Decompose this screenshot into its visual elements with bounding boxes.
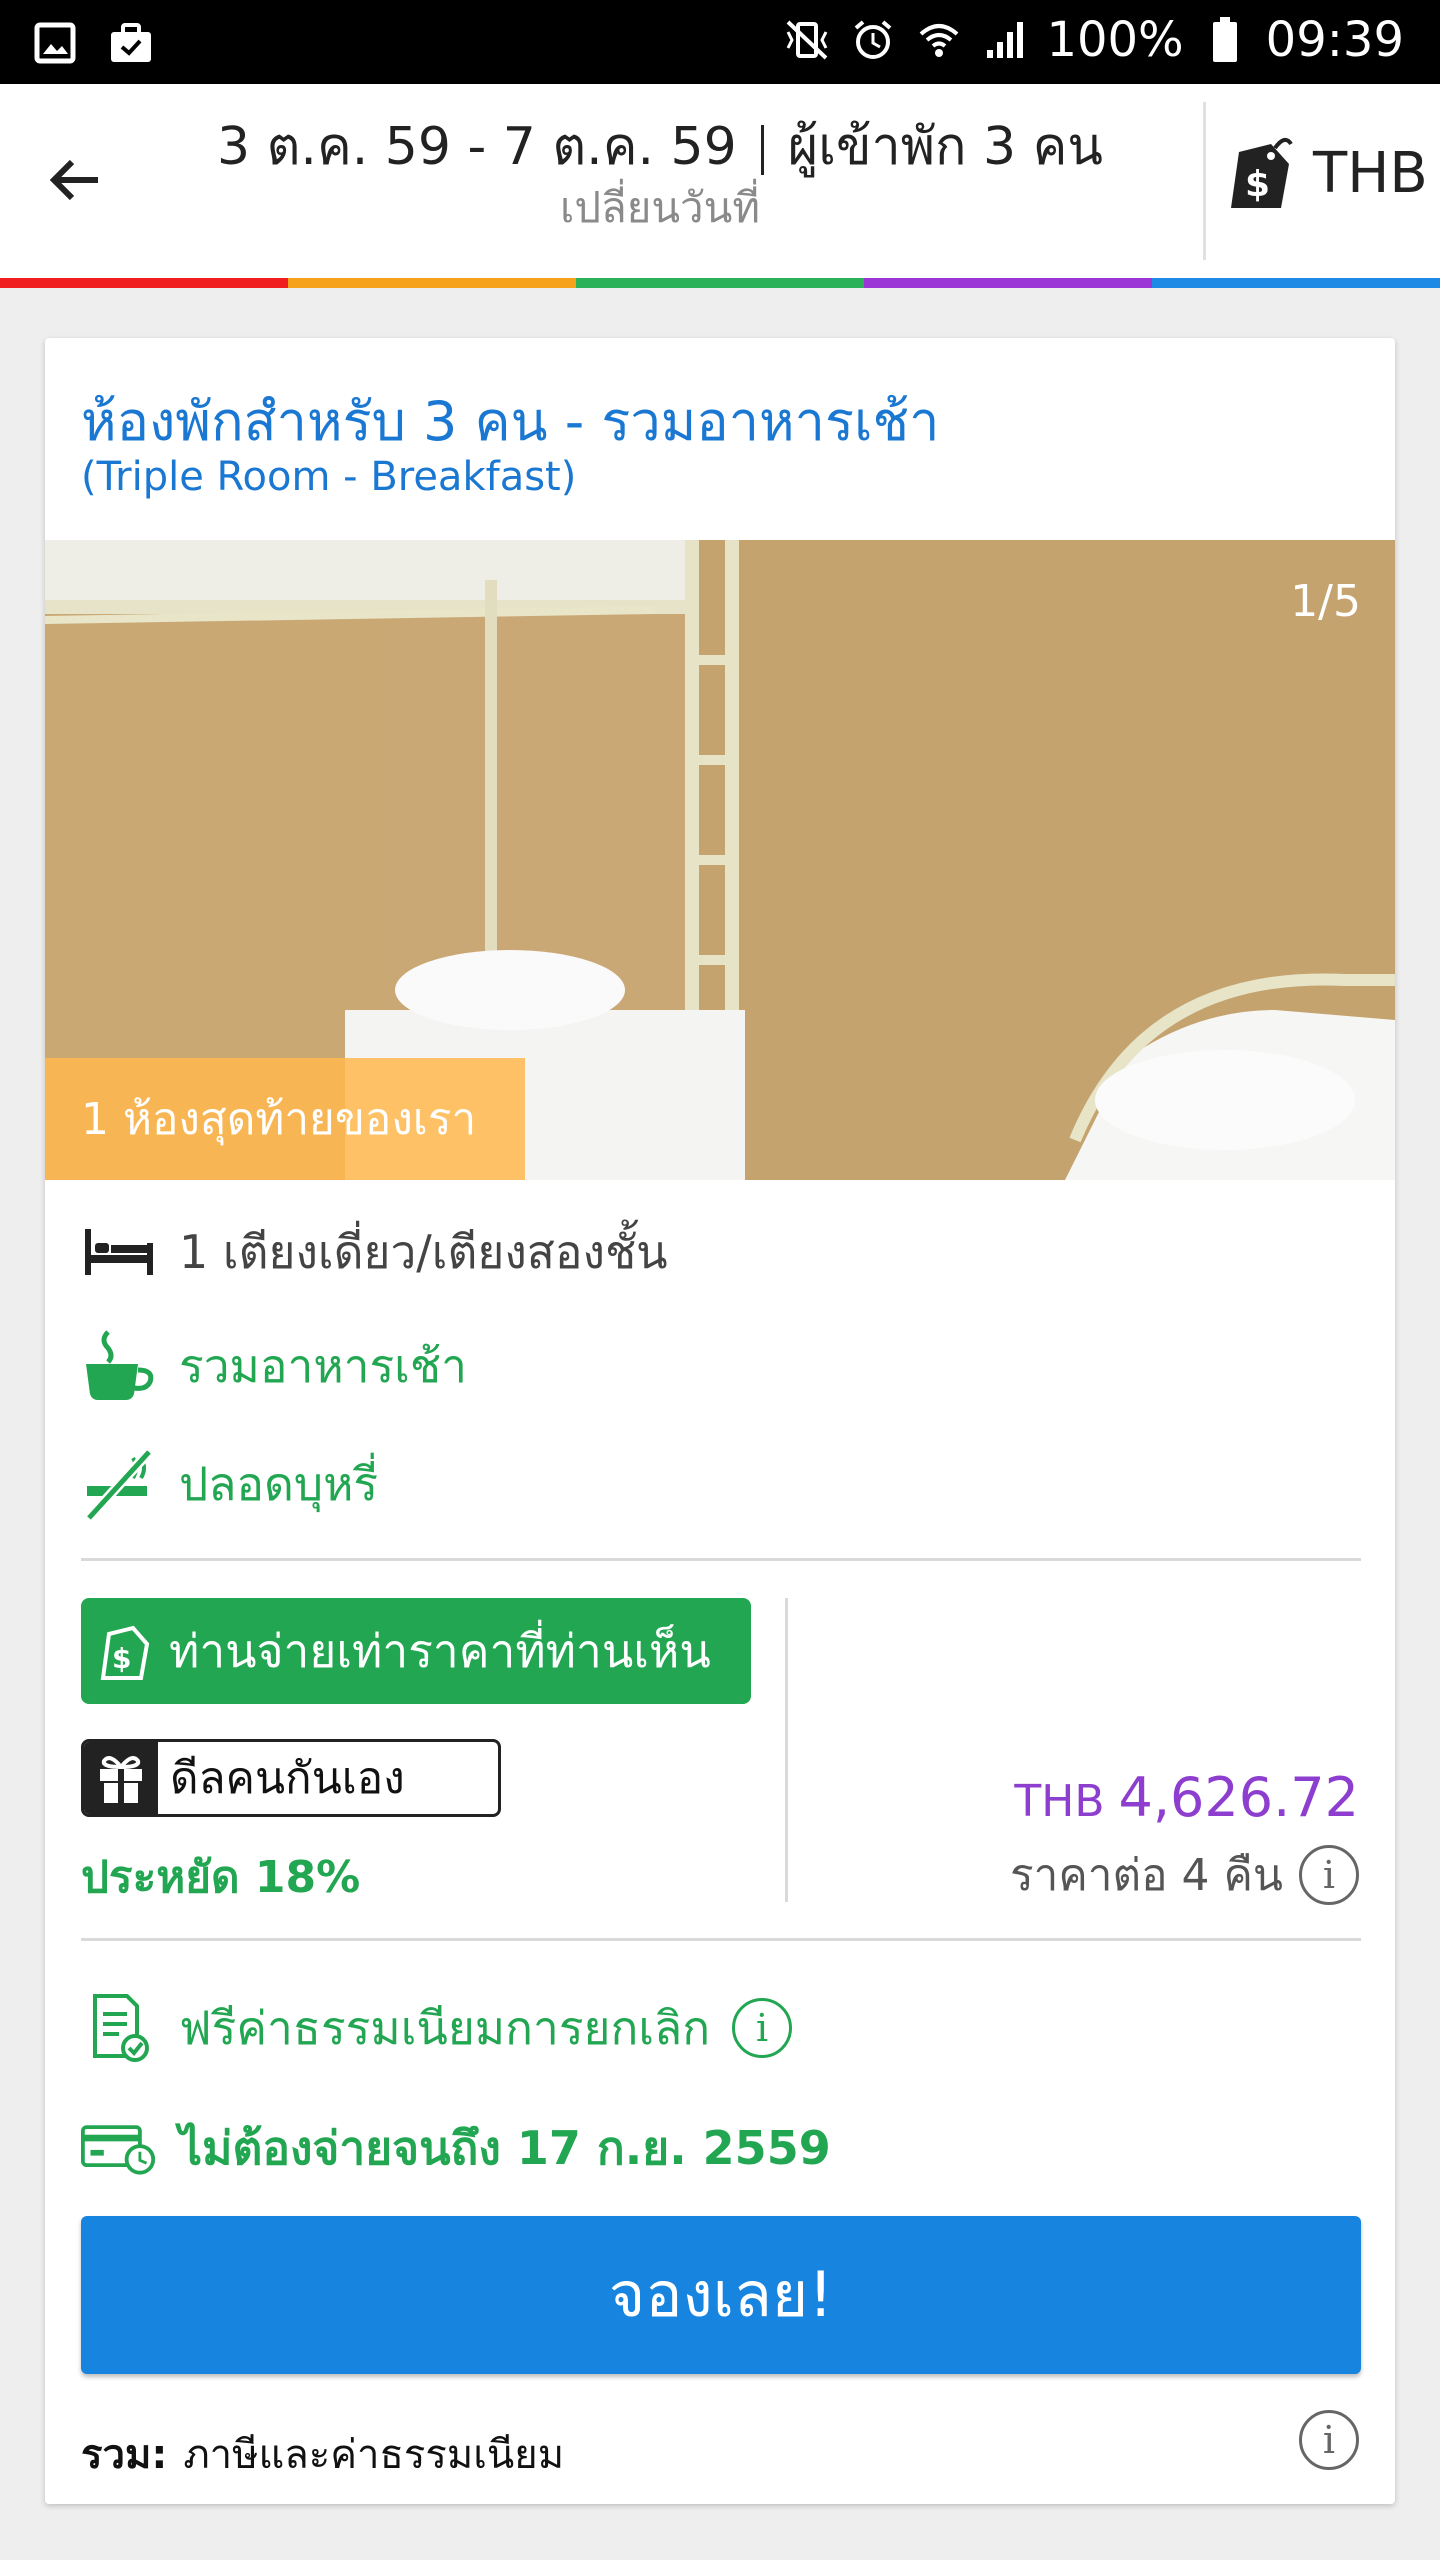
svg-text:$: $ — [1245, 164, 1270, 205]
no-smoking-icon — [81, 1446, 157, 1522]
stay-dates: 3 ต.ค. 59 - 7 ต.ค. 59 — [217, 117, 737, 177]
deal-badge-text: ดีลคนกันเอง — [170, 1753, 405, 1804]
feature-non-smoking: ปลอดบุหรี่ — [81, 1446, 378, 1522]
battery-percent: 100% — [1046, 12, 1184, 68]
price-tag-icon: $ — [1231, 137, 1293, 208]
photo-counter: 1/5 — [1290, 576, 1361, 627]
pay-badge-text: ท่านจ่ายเท่าราคาที่ท่านเห็น — [169, 1623, 711, 1678]
cancellation-info-icon[interactable]: i — [732, 1998, 793, 2058]
savings-text: ประหยัด 18% — [81, 1852, 361, 1903]
price-per-nights: ราคาต่อ 4 คืน i — [1010, 1840, 1359, 1910]
room-photo[interactable]: 1/5 1 ห้องสุดท้ายของเรา — [45, 540, 1395, 1180]
bed-text: 1 เตียงเดี่ยว/เตียงสองชั้น — [179, 1224, 668, 1279]
document-check-icon — [81, 1990, 157, 2066]
room-title: ห้องพักสำหรับ 3 คน - รวมอาหารเช้า — [81, 390, 940, 453]
free-cancel-text: ฟรีค่าธรรมเนียมการยกเลิก — [179, 2000, 711, 2055]
app-bar: 3 ต.ค. 59 - 7 ต.ค. 59 ผู้เข้าพัก 3 คน เปล… — [0, 84, 1440, 282]
room-subtitle: (Triple Room - Breakfast) — [81, 454, 577, 500]
non-smoking-text: ปลอดบุหรี่ — [179, 1456, 379, 1511]
feature-breakfast: รวมอาหารเช้า — [81, 1328, 467, 1404]
back-button[interactable] — [40, 144, 112, 216]
insider-deal-badge: ดีลคนกันเอง — [81, 1739, 501, 1817]
price-amount: 4,626.72 — [1118, 1766, 1359, 1829]
card-clock-icon — [81, 2110, 157, 2186]
currency-button[interactable]: $ THB — [1225, 134, 1428, 212]
rainbow-bar — [0, 278, 1440, 288]
battery-icon — [1200, 15, 1250, 65]
gift-icon — [84, 1742, 158, 1814]
divider — [81, 1938, 1361, 1941]
bed-icon — [81, 1214, 157, 1290]
price-tag-icon: $ — [100, 1625, 150, 1680]
date-guest-selector[interactable]: 3 ต.ค. 59 - 7 ต.ค. 59 ผู้เข้าพัก 3 คน เปล… — [140, 114, 1180, 236]
currency-label: THB — [1313, 140, 1428, 206]
breakfast-text: รวมอาหารเช้า — [179, 1338, 467, 1393]
header-separator — [760, 125, 764, 175]
change-date-link[interactable]: เปลี่ยนวันที่ — [140, 180, 1180, 236]
wifi-icon — [914, 15, 964, 65]
feature-bed: 1 เตียงเดี่ยว/เตียงสองชั้น — [81, 1214, 668, 1290]
status-bar: 100% 09:39 — [0, 0, 1440, 84]
total-label: รวม: — [81, 2432, 168, 2478]
price: THB 4,626.72 — [1014, 1766, 1359, 1829]
price-divider — [785, 1598, 788, 1902]
arrow-back-icon — [49, 159, 98, 201]
pay-what-you-see-badge: $ ท่านจ่ายเท่าราคาที่ท่านเห็น — [81, 1598, 751, 1704]
header-divider — [1203, 102, 1206, 260]
briefcase-check-icon — [106, 18, 156, 68]
signal-icon — [980, 15, 1030, 65]
guest-count: ผู้เข้าพัก 3 คน — [787, 117, 1103, 177]
price-currency: THB — [1014, 1776, 1105, 1827]
total-note: รวม: ภาษีและค่าธรรมเนียม — [81, 2422, 564, 2486]
alarm-icon — [848, 15, 898, 65]
room-card: ห้องพักสำหรับ 3 คน - รวมอาหารเช้า (Tripl… — [45, 338, 1395, 2504]
total-text: ภาษีและค่าธรรมเนียม — [183, 2432, 565, 2478]
price-info-icon[interactable]: i — [1299, 1845, 1359, 1905]
coffee-cup-icon — [81, 1328, 157, 1404]
svg-text:$: $ — [112, 1642, 131, 1675]
total-info-icon[interactable]: i — [1299, 2410, 1359, 2470]
pay-later: ไม่ต้องจ่ายจนถึง 17 ก.ย. 2559 — [81, 2110, 831, 2186]
book-now-button[interactable]: จองเลย! — [81, 2216, 1361, 2374]
clock: 09:39 — [1265, 12, 1404, 68]
pay-later-text: ไม่ต้องจ่ายจนถึง 17 ก.ย. 2559 — [179, 2120, 831, 2175]
last-room-banner: 1 ห้องสุดท้ายของเรา — [45, 1058, 525, 1180]
vibrate-mute-icon — [782, 15, 832, 65]
divider — [81, 1558, 1361, 1561]
per-nights-text: ราคาต่อ 4 คืน — [1010, 1850, 1283, 1901]
free-cancellation: ฟรีค่าธรรมเนียมการยกเลิก i — [81, 1990, 793, 2066]
gallery-icon — [30, 18, 80, 68]
